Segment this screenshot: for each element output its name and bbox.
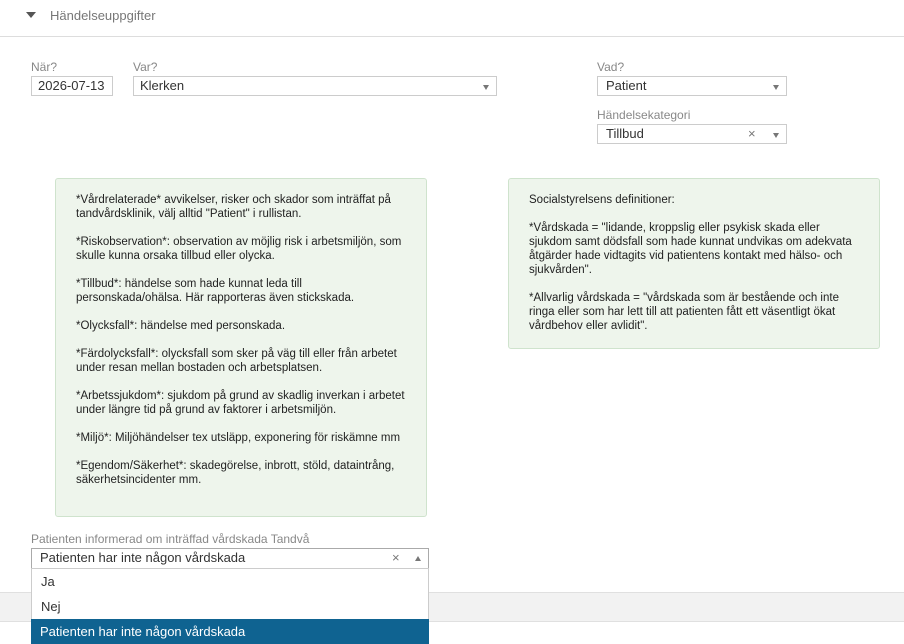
section-header[interactable]: Händelseuppgifter	[0, 0, 904, 37]
info-paragraph: *Allvarlig vårdskada = "vårdskada som är…	[529, 292, 839, 332]
dropdown-option-selected[interactable]: Patienten har inte någon vårdskada	[31, 619, 429, 644]
when-value: 2026-07-13	[38, 78, 105, 93]
info-paragraph: *Tillbud*: händelse som hade kunnat leda…	[76, 278, 355, 304]
info-paragraph: *Olycksfall*: händelse med personskada.	[76, 320, 286, 332]
info-paragraph: Socialstyrelsens definitioner:	[529, 194, 675, 206]
chevron-down-icon	[773, 85, 779, 90]
info-paragraph: *Vårdrelaterade* avvikelser, risker och …	[76, 194, 391, 220]
category-value: Tillbud	[606, 126, 644, 141]
info-paragraph: *Arbetssjukdom*: sjukdom på grund av ska…	[76, 390, 405, 416]
where-select[interactable]: Klerken	[133, 76, 497, 96]
informed-select[interactable]: Patienten har inte någon vårdskada ×	[31, 548, 429, 569]
info-paragraph: *Vårdskada = "lidande, kroppslig eller p…	[529, 222, 852, 276]
informed-value: Patienten har inte någon vårdskada	[40, 550, 246, 565]
where-label: Var?	[133, 60, 158, 74]
info-paragraph: *Miljö*: Miljöhändelser tex utsläpp, exp…	[76, 432, 401, 444]
chevron-down-icon	[483, 85, 489, 90]
category-label: Händelsekategori	[597, 108, 691, 122]
dropdown-option[interactable]: Nej	[32, 594, 428, 619]
clear-icon[interactable]: ×	[748, 125, 756, 143]
what-value: Patient	[606, 78, 647, 93]
when-label: När?	[31, 60, 58, 74]
info-paragraph: *Färdolycksfall*: olycksfall som sker på…	[76, 348, 397, 374]
dropdown-option[interactable]: Ja	[32, 569, 428, 594]
category-select[interactable]: Tillbud ×	[597, 124, 787, 144]
section-title: Händelseuppgifter	[50, 8, 156, 23]
where-value: Klerken	[140, 78, 185, 93]
info-box-categories: *Vårdrelaterade* avvikelser, risker och …	[55, 178, 427, 517]
when-date-input[interactable]: 2026-07-13	[31, 76, 113, 96]
chevron-down-icon	[773, 133, 779, 138]
collapse-caret-icon[interactable]	[26, 12, 36, 18]
info-paragraph: *Egendom/Säkerhet*: skadegörelse, inbrot…	[76, 460, 395, 486]
clear-icon[interactable]: ×	[392, 549, 400, 567]
chevron-up-icon	[415, 556, 421, 561]
what-select[interactable]: Patient	[597, 76, 787, 96]
info-paragraph: *Riskobservation*: observation av möjlig…	[76, 236, 402, 262]
informed-dropdown-list: Ja Nej Patienten har inte någon vårdskad…	[31, 568, 429, 644]
informed-label: Patienten informerad om inträffad vårdsk…	[31, 532, 310, 546]
info-box-definitions: Socialstyrelsens definitioner: *Vårdskad…	[508, 178, 880, 349]
what-label: Vad?	[597, 60, 625, 74]
